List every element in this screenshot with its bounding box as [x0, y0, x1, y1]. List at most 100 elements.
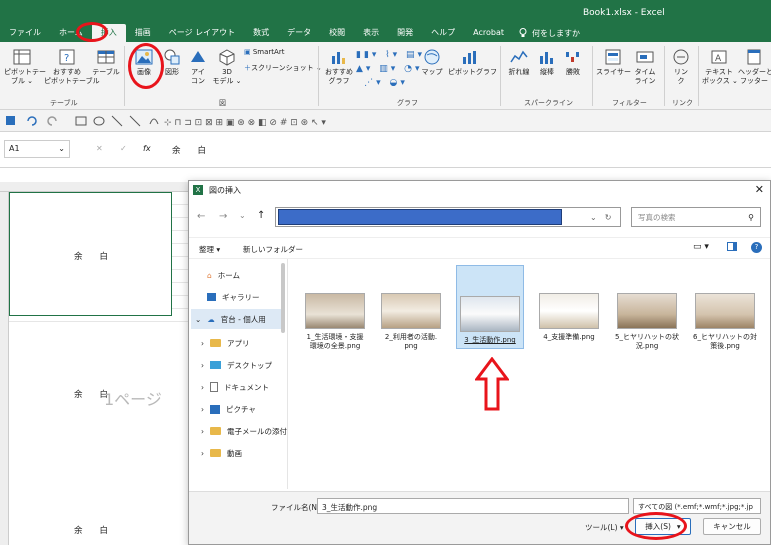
tools-menu[interactable]: ツール(L) ▾ [585, 522, 624, 533]
group-separator [664, 46, 665, 106]
document-icon [210, 382, 218, 392]
textbox-button[interactable]: A テキスト ボックス ⌄ [702, 48, 738, 86]
sparkline-line-button[interactable]: 折れ線 [506, 48, 532, 77]
chart-types-grid[interactable]: ▮▮▾ ⌇▾ ▤▾ ▲▾ ▥▾ ◔▾ ⋰▾ ◒▾ [356, 48, 422, 90]
page-watermark: 1ページ [104, 390, 162, 409]
file-name: 4_支援準備.png [543, 333, 595, 341]
file-tile[interactable]: 1_生活環境・支援 環境の全景.png [299, 293, 371, 365]
sparkline-column-button[interactable]: 縦棒 [536, 48, 558, 77]
chevron-down-icon[interactable]: ⌄ [590, 213, 597, 222]
header-footer-button[interactable]: ヘッダーと フッター [738, 48, 771, 86]
tab-developer[interactable]: 開発 [388, 24, 422, 42]
tab-review[interactable]: 校閲 [320, 24, 354, 42]
pivot-chart-button[interactable]: ピボットグラフ [448, 48, 497, 77]
lightbulb-icon [519, 28, 527, 37]
group-separator [592, 46, 593, 106]
annotation-circle-image-button [128, 43, 164, 89]
qat-shapes-icons[interactable]: ⊹ ⊓ ⊐ ⊡ ⊠ ⊞ ▣ ⊛ ⊗ ◧ ⊘ # ⊡ ⊛ ↖ ▾ [4, 114, 464, 128]
group-separator [124, 46, 125, 106]
file-tile[interactable]: 5_ヒヤリハットの状 況.png [611, 293, 683, 365]
tab-view[interactable]: 表示 [354, 24, 388, 42]
file-tile[interactable]: 2_利用者の活動. png [375, 293, 447, 365]
enter-icon[interactable]: ✓ [120, 144, 127, 153]
file-tile[interactable]: 4_支援準備.png [533, 293, 605, 365]
up-icon[interactable]: ↑ [257, 210, 265, 221]
link-button[interactable]: リン ク [668, 48, 694, 86]
annotation-circle-insert-button [625, 512, 687, 540]
cancel-button[interactable]: キャンセル [703, 518, 761, 535]
row-header-column [0, 192, 9, 545]
tab-acrobat[interactable]: Acrobat [464, 24, 513, 42]
group-separator [318, 46, 319, 106]
cancel-icon[interactable]: ✕ [96, 144, 103, 153]
file-tile-selected[interactable]: 3_生活動作.png [456, 265, 524, 349]
tab-draw[interactable]: 描画 [126, 24, 160, 42]
gallery-icon [207, 293, 216, 301]
tab-formulas[interactable]: 数式 [244, 24, 278, 42]
search-box[interactable]: 写真の検索 ⚲ [631, 207, 761, 227]
shapes-icon [164, 49, 180, 65]
sparkline-winloss-button[interactable]: 勝敗 [562, 48, 584, 77]
nav-item-pictures[interactable]: › ピクチャ [201, 399, 256, 419]
pivot-table-button[interactable]: ピボットテー ブル ⌄ [4, 48, 46, 86]
search-input[interactable]: 写真の検索 [638, 212, 676, 223]
folder-icon [210, 449, 221, 457]
smartart-button[interactable]: ▣ SmartArt [244, 48, 284, 57]
chevron-right-icon: › [201, 382, 204, 392]
sparkline-line-icon [510, 50, 528, 63]
nav-item-email-attachments[interactable]: › 電子メールの添付 [201, 421, 287, 441]
tab-file[interactable]: ファイル [0, 24, 50, 42]
recommended-chart-button[interactable]: おすすめ グラフ [324, 48, 354, 86]
textbox-icon: A [711, 50, 727, 64]
recommended-pivot-button[interactable]: ? おすすめ ピボットテーブル [44, 48, 100, 86]
screenshot-icon: ＋ [244, 64, 251, 72]
filename-label: ファイル名(N): [271, 503, 323, 512]
chevron-right-icon: › [201, 404, 204, 414]
nav-item-desktop[interactable]: › デスクトップ [201, 355, 272, 375]
tab-data[interactable]: データ [278, 24, 320, 42]
icons-button[interactable]: アイ コン [186, 48, 210, 86]
ribbon: ピボットテー ブル ⌄ ? おすすめ ピボットテーブル テーブル テーブル 画像… [0, 42, 771, 110]
name-box[interactable]: A1 ⌄ [4, 140, 70, 158]
tell-me-box[interactable]: 何をしますか [513, 28, 580, 39]
nav-item-videos[interactable]: › 動画 [201, 443, 242, 463]
preview-pane-icon[interactable] [727, 242, 737, 251]
view-icon[interactable]: ▭ ▾ [693, 242, 709, 252]
tab-page-layout[interactable]: ページ レイアウト [160, 24, 244, 42]
nav-item-gallery[interactable]: ギャラリー [207, 287, 260, 307]
image-thumbnail [305, 293, 365, 329]
map-button[interactable]: マップ [420, 48, 444, 77]
recommended-chart-icon [332, 52, 345, 64]
nav-item-apps[interactable]: › アプリ [201, 333, 250, 353]
fx-icon[interactable]: fx [143, 144, 151, 153]
timeline-button[interactable]: タイム ライン [632, 48, 658, 86]
address-bar[interactable]: ⌄ ↻ [275, 207, 621, 227]
title-bar: Book1.xlsx - Excel ファイル ホーム 挿入 描画 ページ レイ… [0, 0, 771, 42]
table-button[interactable]: テーブル [92, 48, 120, 77]
excel-icon: X [193, 185, 203, 195]
forward-icon[interactable]: → [219, 211, 227, 222]
nav-item-documents[interactable]: › ドキュメント [201, 377, 269, 397]
slicer-button[interactable]: スライサー [596, 48, 631, 77]
close-icon[interactable]: ✕ [755, 183, 764, 196]
image-thumbnail [539, 293, 599, 329]
pane-scrollbar[interactable] [281, 263, 285, 333]
new-folder-button[interactable]: 新しいフォルダー [243, 244, 303, 255]
nav-item-home[interactable]: ⌂ ホーム [207, 265, 240, 285]
help-icon[interactable]: ? [751, 242, 762, 253]
timeline-icon [636, 51, 654, 63]
refresh-icon[interactable]: ↻ [605, 213, 612, 222]
nav-item-onedrive[interactable]: ⌄ ☁ 官台 - 個人用 [191, 309, 285, 329]
back-icon[interactable]: ← [197, 211, 205, 222]
group-separator [698, 46, 699, 106]
annotation-circle-insert-tab [76, 22, 108, 42]
formula-content[interactable]: 余 白 [172, 144, 206, 156]
file-tile[interactable]: 6_ヒヤリハットの対 策後.png [689, 293, 761, 365]
filename-input[interactable]: 3_生活動作.png [317, 498, 629, 514]
screenshot-button[interactable]: ＋スクリーンショット ⌄ [244, 64, 322, 73]
tab-help[interactable]: ヘルプ [422, 24, 464, 42]
block-text: 余 白 [74, 526, 109, 536]
3d-models-button[interactable]: 3D モデル ⌄ [212, 48, 242, 86]
organize-menu[interactable]: 整理 ▾ [199, 244, 220, 255]
chevron-down-icon[interactable]: ⌄ [239, 211, 246, 220]
